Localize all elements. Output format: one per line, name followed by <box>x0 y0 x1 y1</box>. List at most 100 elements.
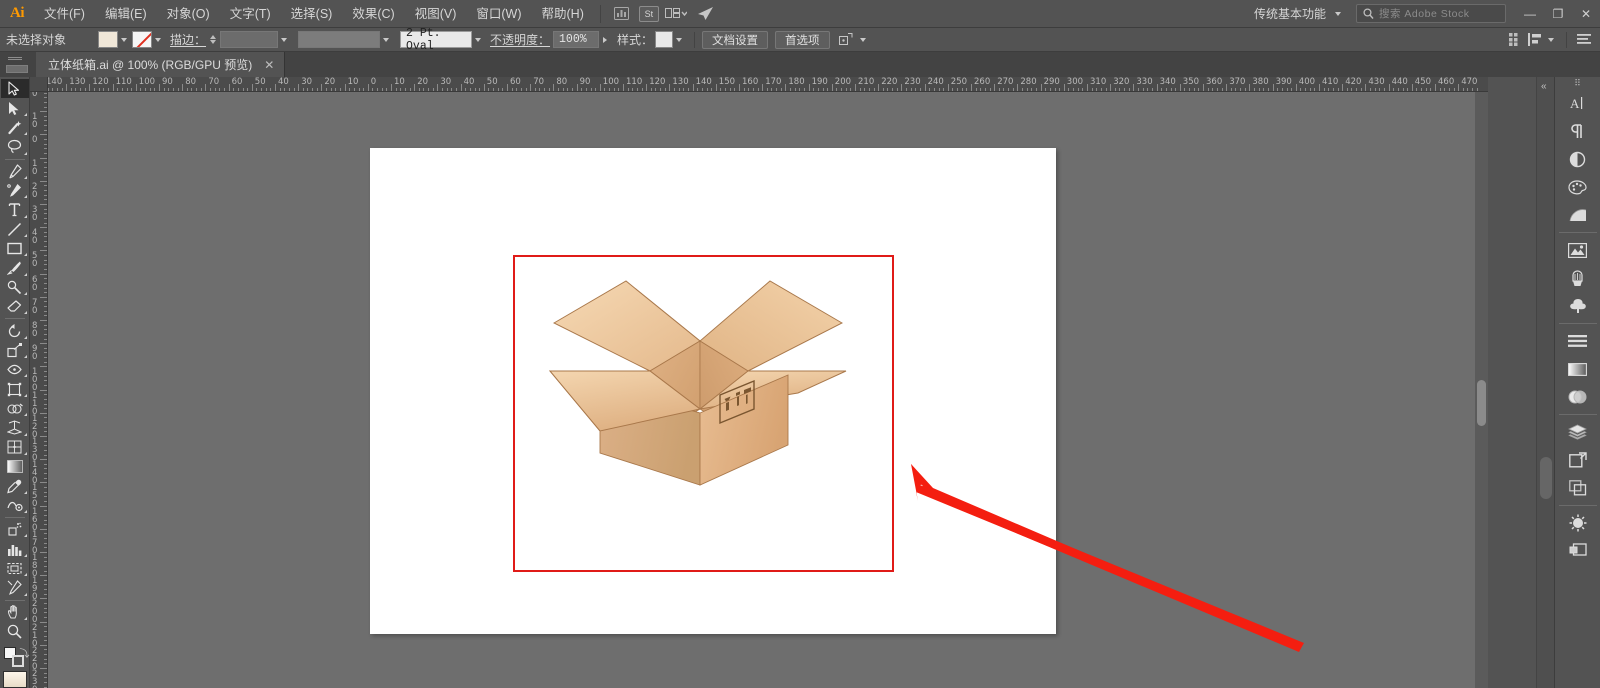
stroke-weight-label[interactable]: 描边： <box>170 31 206 48</box>
color-panel-icon[interactable] <box>1557 174 1599 200</box>
dock-resize-handle[interactable] <box>1540 457 1552 499</box>
graphic-style-swatch[interactable] <box>655 31 674 48</box>
line-segment-tool[interactable] <box>1 220 29 239</box>
menu-edit[interactable]: 编辑(E) <box>95 0 157 28</box>
mesh-tool[interactable] <box>1 438 29 457</box>
opacity-input[interactable]: 100% <box>553 31 600 48</box>
document-setup-button[interactable]: 文档设置 <box>702 30 769 49</box>
type-tool[interactable] <box>1 200 29 219</box>
workspace-switcher[interactable]: 传统基本功能 <box>1244 3 1352 25</box>
horizontal-ruler[interactable]: 1401301201101009080706050403020100102030… <box>48 77 1488 92</box>
eyedropper-tool[interactable] <box>1 476 29 495</box>
gradient-tool[interactable] <box>1 457 29 476</box>
stroke-weight-stepper[interactable] <box>210 35 217 44</box>
symbol-sprayer-tool[interactable] <box>1 520 29 539</box>
links-panel-icon[interactable] <box>1557 475 1599 501</box>
maximize-restore-button[interactable]: ❐ <box>1544 0 1572 28</box>
lasso-tool[interactable] <box>1 137 29 156</box>
stroke-color-swatch[interactable] <box>132 31 152 48</box>
transparency-panel-icon[interactable] <box>1557 146 1599 172</box>
pen-tool[interactable] <box>1 161 29 180</box>
brush-definition-select[interactable]: 2 Pt. Oval <box>400 27 473 53</box>
artboards-panel-icon[interactable] <box>1557 447 1599 473</box>
panel-menu-icon[interactable] <box>1574 31 1594 49</box>
perspective-grid-tool[interactable] <box>1 418 29 437</box>
rectangle-tool[interactable] <box>1 239 29 258</box>
fill-color-swatch[interactable] <box>98 31 118 48</box>
document-tab[interactable]: 立体纸箱.ai @ 100% (RGB/GPU 预览) ✕ <box>36 52 286 77</box>
share-icon[interactable] <box>693 4 719 24</box>
menu-object[interactable]: 对象(O) <box>157 0 220 28</box>
align-panel-icon[interactable] <box>1557 328 1599 354</box>
artboard-tool[interactable] <box>1 559 29 578</box>
document-info-panel-icon[interactable] <box>1557 538 1599 564</box>
asset-export-panel-icon[interactable] <box>1557 510 1599 536</box>
menu-file[interactable]: 文件(F) <box>34 0 95 28</box>
dock-grip-icon[interactable]: ⠿ <box>1555 77 1600 89</box>
magic-wand-tool[interactable] <box>1 118 29 137</box>
arrange-documents-icon[interactable] <box>663 4 689 24</box>
stock-icon[interactable]: St <box>638 5 659 22</box>
ruler-origin-corner[interactable] <box>30 77 48 92</box>
scale-tool[interactable] <box>1 341 29 360</box>
select-similar-objects-icon[interactable] <box>837 31 857 49</box>
fill-chevron-down-icon[interactable] <box>121 37 127 42</box>
scrollbar-thumb[interactable] <box>1477 380 1486 426</box>
select-similar-chevron-down-icon[interactable] <box>859 37 866 42</box>
color-guide-panel-icon[interactable] <box>1557 202 1599 228</box>
stroke-weight-chevron-down-icon[interactable] <box>281 37 288 42</box>
appearance-panel-icon[interactable] <box>1557 384 1599 410</box>
gradient-panel-icon[interactable] <box>1557 356 1599 382</box>
slice-tool[interactable] <box>1 578 29 597</box>
arrange-grid-icon[interactable] <box>1505 31 1525 49</box>
align-chevron-down-icon[interactable] <box>1548 37 1554 42</box>
zoom-tool[interactable] <box>1 622 29 641</box>
opacity-label[interactable]: 不透明度： <box>490 31 550 48</box>
menu-view[interactable]: 视图(V) <box>405 0 467 28</box>
align-panel-icon[interactable] <box>1525 31 1545 49</box>
stroke-profile-select[interactable] <box>298 31 381 48</box>
selection-tool[interactable] <box>0 79 29 99</box>
default-colors-swatch[interactable] <box>2 671 27 688</box>
bridge-icon[interactable] <box>609 4 635 24</box>
panel-dock-strip[interactable]: « <box>1536 77 1554 688</box>
character-panel-icon[interactable]: A <box>1557 90 1599 116</box>
close-window-button[interactable]: ✕ <box>1572 0 1600 28</box>
menu-type[interactable]: 文字(T) <box>220 0 281 28</box>
width-tool[interactable] <box>1 360 29 379</box>
column-graph-tool[interactable] <box>1 539 29 558</box>
opacity-chevron-icon[interactable] <box>603 36 608 43</box>
brush-chevron-down-icon[interactable] <box>475 37 482 42</box>
paintbrush-tool[interactable] <box>1 258 29 277</box>
menu-window[interactable]: 窗口(W) <box>466 0 531 28</box>
menu-effect[interactable]: 效果(C) <box>342 0 404 28</box>
preferences-button[interactable]: 首选项 <box>775 30 830 49</box>
shape-builder-tool[interactable] <box>1 399 29 418</box>
vertical-ruler[interactable]: 0 1 0 0 1 0 2 0 3 0 4 0 5 0 6 0 7 0 8 0 9 0 1 0 01 1… <box>30 92 48 688</box>
stroke-weight-input[interactable] <box>220 31 279 48</box>
eraser-tool[interactable] <box>1 297 29 316</box>
menu-help[interactable]: 帮助(H) <box>532 0 594 28</box>
swap-fill-stroke-icon[interactable]: ⤵ <box>20 645 30 660</box>
fill-stroke-indicator[interactable]: ⤵ <box>1 645 30 669</box>
canvas-vertical-scrollbar[interactable] <box>1475 92 1488 688</box>
paragraph-panel-icon[interactable] <box>1557 118 1599 144</box>
image-trace-panel-icon[interactable] <box>1557 237 1599 263</box>
artboard[interactable] <box>370 148 1056 634</box>
hand-tool[interactable] <box>1 602 29 621</box>
brushes-panel-icon[interactable] <box>1557 265 1599 291</box>
document-canvas[interactable] <box>48 92 1488 688</box>
adobe-stock-search[interactable]: 搜索 Adobe Stock <box>1356 4 1506 23</box>
close-icon[interactable]: ✕ <box>262 57 276 73</box>
curvature-tool[interactable] <box>1 181 29 200</box>
minimize-button[interactable]: — <box>1516 0 1544 28</box>
layers-panel-icon[interactable] <box>1557 419 1599 445</box>
blend-tool[interactable] <box>1 496 29 515</box>
stroke-profile-chevron-down-icon[interactable] <box>383 37 390 42</box>
rotate-tool[interactable] <box>1 321 29 340</box>
shaper-tool[interactable] <box>1 278 29 297</box>
free-transform-tool[interactable] <box>1 379 29 398</box>
symbols-panel-icon[interactable] <box>1557 293 1599 319</box>
menu-select[interactable]: 选择(S) <box>281 0 343 28</box>
style-chevron-down-icon[interactable] <box>676 37 683 42</box>
